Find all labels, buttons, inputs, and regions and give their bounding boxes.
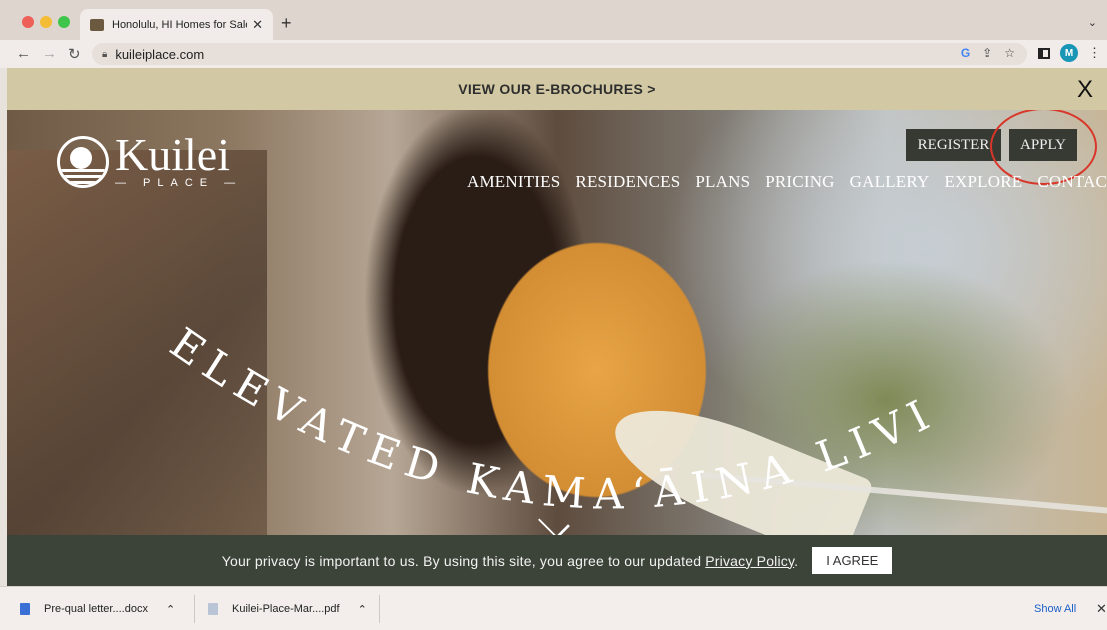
download-item[interactable]: Pre-qual letter....docx ⌃	[20, 587, 175, 630]
nav-pricing[interactable]: PRICING	[765, 172, 834, 192]
forward-arrow-icon[interactable]: →	[42, 45, 57, 62]
logo-name: Kuilei	[115, 129, 230, 180]
brochure-banner: VIEW OUR E-BROCHURES > X	[7, 68, 1107, 110]
tab-title: Honolulu, HI Homes for Sale | K	[112, 18, 247, 31]
nav-residences[interactable]: RESIDENCES	[575, 172, 680, 192]
register-button[interactable]: REGISTER	[906, 129, 1001, 161]
kuilei-place-logo[interactable]: Kuilei — PLACE —	[57, 129, 243, 189]
privacy-bar: Your privacy is important to us. By usin…	[7, 535, 1107, 586]
main-nav: AMENITIES RESIDENCES PLANS PRICING GALLE…	[467, 172, 1107, 192]
browser-toolbar: ← → ↻ 🔒︎ kuileiplace.com G ⇪ ☆ M ⋮	[0, 40, 1107, 68]
privacy-text: Your privacy is important to us. By usin…	[221, 552, 706, 569]
download-filename: Pre-qual letter....docx	[44, 603, 148, 615]
privacy-message: Your privacy is important to us. By usin…	[222, 553, 799, 569]
download-filename: Kuilei-Place-Mar....pdf	[232, 603, 340, 615]
reload-icon[interactable]: ↻	[68, 45, 81, 63]
chevron-up-icon[interactable]: ⌃	[166, 603, 175, 616]
browser-title-bar: Honolulu, HI Homes for Sale | K ✕ + ⌄	[0, 0, 1107, 40]
browser-menu-icon[interactable]: ⋮	[1088, 45, 1101, 61]
chevron-up-icon[interactable]: ⌃	[358, 603, 367, 616]
side-panel-icon[interactable]	[1038, 47, 1050, 59]
lock-icon[interactable]: 🔒︎	[102, 49, 107, 60]
nav-contact[interactable]: CONTACT	[1037, 172, 1107, 192]
nav-explore[interactable]: EXPLORE	[944, 172, 1022, 192]
close-banner-icon[interactable]: X	[1077, 76, 1093, 104]
nav-amenities[interactable]: AMENITIES	[467, 172, 560, 192]
close-tab-icon[interactable]: ✕	[252, 17, 263, 33]
site-favicon-icon	[90, 18, 104, 31]
close-window-button[interactable]	[22, 16, 34, 28]
tab-search-chevron-icon[interactable]: ⌄	[1088, 16, 1097, 29]
hero-image: ELEVATED KAMAʻĀINA LIVING Kuilei — PLACE…	[7, 110, 1107, 535]
browser-tab[interactable]: Honolulu, HI Homes for Sale | K ✕	[80, 9, 273, 40]
address-bar[interactable]: 🔒︎ kuileiplace.com G ⇪ ☆	[92, 43, 1027, 65]
show-all-downloads-button[interactable]: Show All	[1034, 603, 1076, 615]
back-arrow-icon[interactable]: ←	[16, 45, 31, 62]
pdf-document-icon	[208, 603, 218, 615]
privacy-period: .	[794, 552, 799, 569]
download-item[interactable]: Kuilei-Place-Mar....pdf ⌃	[208, 587, 367, 630]
google-lens-icon[interactable]: G	[961, 46, 970, 60]
profile-avatar[interactable]: M	[1060, 44, 1078, 62]
maximize-window-button[interactable]	[58, 16, 70, 28]
close-downloads-icon[interactable]: ✕	[1096, 601, 1107, 617]
share-icon[interactable]: ⇪	[982, 46, 992, 60]
divider	[379, 595, 380, 623]
url-text: kuileiplace.com	[115, 46, 205, 62]
divider	[194, 595, 195, 623]
logo-subtitle: — PLACE —	[115, 177, 243, 189]
downloads-bar: Pre-qual letter....docx ⌃ Kuilei-Place-M…	[0, 586, 1107, 630]
new-tab-icon[interactable]: +	[281, 13, 292, 34]
nav-plans[interactable]: PLANS	[695, 172, 750, 192]
i-agree-button[interactable]: I AGREE	[812, 547, 893, 574]
view-brochures-link[interactable]: VIEW OUR E-BROCHURES >	[458, 81, 656, 97]
minimize-window-button[interactable]	[40, 16, 52, 28]
nav-gallery[interactable]: GALLERY	[850, 172, 930, 192]
word-document-icon	[20, 603, 30, 615]
sun-wave-logo-icon	[57, 136, 109, 188]
bookmark-star-icon[interactable]: ☆	[1004, 46, 1015, 60]
web-page: VIEW OUR E-BROCHURES > X ELEVATED KAMAʻĀ…	[7, 68, 1107, 586]
privacy-policy-link[interactable]: Privacy Policy	[705, 553, 794, 569]
